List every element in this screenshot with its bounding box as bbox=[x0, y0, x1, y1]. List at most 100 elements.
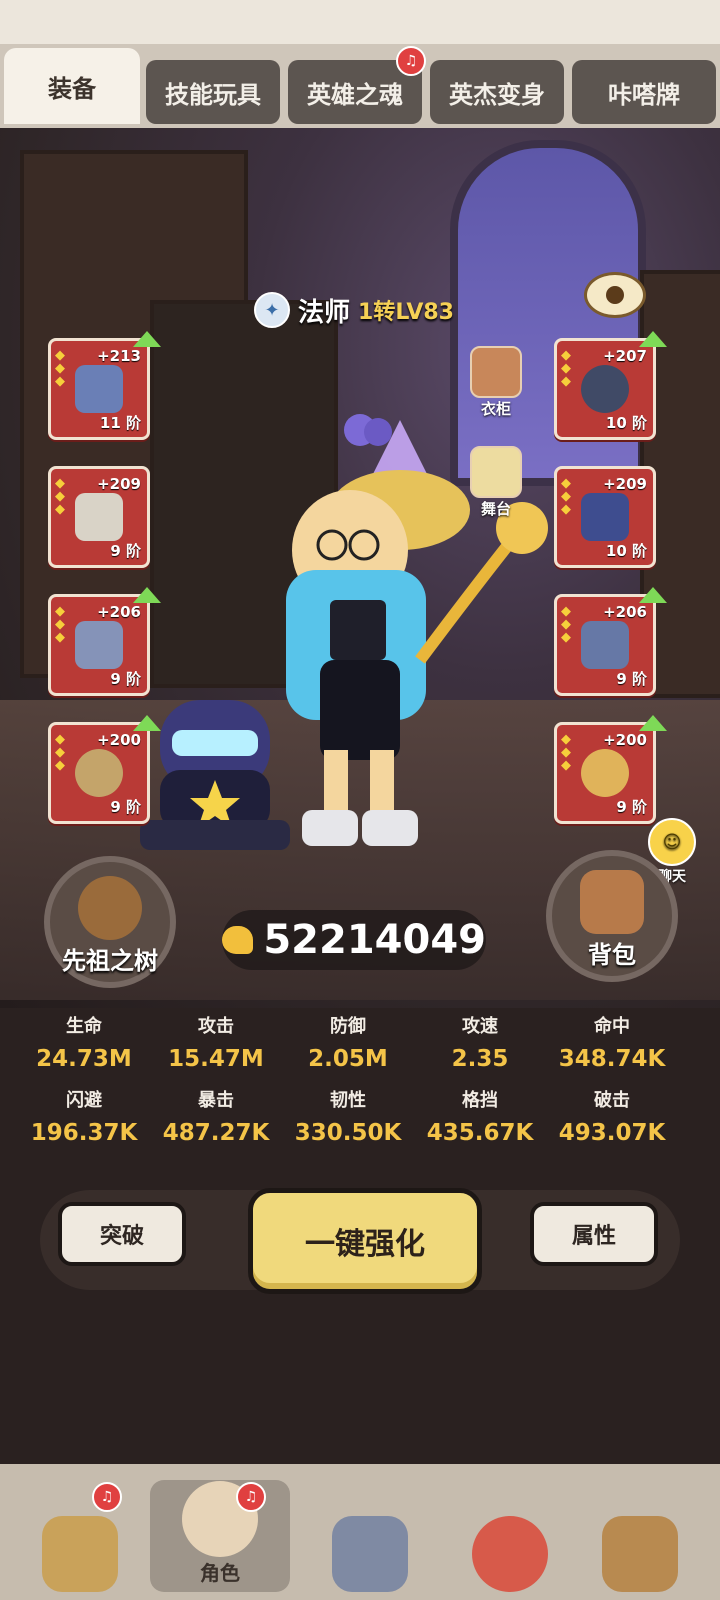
stat-block: 格挡 435.67K bbox=[420, 1086, 540, 1146]
combat-power-value: 52214049 bbox=[263, 917, 486, 963]
equip-slot-right-4[interactable]: ◆ ◆ ◆ +200 9 阶 bbox=[554, 715, 667, 824]
backpack-label: 背包 bbox=[588, 941, 636, 969]
wardrobe-label: 衣柜 bbox=[480, 400, 511, 418]
upgrade-arrow-icon bbox=[133, 331, 161, 347]
stat-label: 闪避 bbox=[66, 1090, 102, 1111]
tab-cards[interactable]: 咔嗒牌 bbox=[572, 60, 716, 124]
stat-value: 330.50K bbox=[294, 1120, 402, 1146]
stat-accuracy: 命中 348.74K bbox=[552, 1012, 672, 1072]
stat-toughness: 韧性 330.50K bbox=[288, 1086, 408, 1146]
attributes-button[interactable]: 属性 bbox=[530, 1202, 658, 1266]
stage-label: 舞台 bbox=[480, 500, 511, 518]
boots-icon bbox=[581, 621, 629, 669]
smiley-icon: ☺ bbox=[648, 818, 696, 866]
star-rank-icon: ◆ ◆ ◆ bbox=[561, 348, 571, 389]
backpack-icon bbox=[580, 870, 644, 934]
bell-icon: ♫ bbox=[92, 1482, 122, 1512]
tier-label: 9 阶 bbox=[110, 798, 141, 816]
stat-hp: 生命 24.73M bbox=[24, 1012, 144, 1072]
stat-attack-speed: 攻速 2.35 bbox=[420, 1012, 540, 1072]
stat-value: 196.37K bbox=[30, 1120, 138, 1146]
tab-equipment[interactable]: 装备 bbox=[4, 48, 140, 124]
star-rank-icon: ◆ ◆ ◆ bbox=[55, 348, 65, 389]
equip-slot-right-3[interactable]: ◆ ◆ ◆ +206 9 阶 bbox=[554, 587, 667, 696]
stat-label: 攻击 bbox=[198, 1016, 234, 1037]
enhance-level: +209 bbox=[603, 475, 647, 493]
sword-shield-icon bbox=[332, 1516, 408, 1592]
ring-icon bbox=[75, 749, 123, 797]
tier-label: 11 阶 bbox=[99, 414, 141, 432]
stat-value: 435.67K bbox=[426, 1120, 534, 1146]
class-name: 法师 bbox=[298, 297, 351, 328]
stat-label: 暴击 bbox=[198, 1090, 234, 1111]
tab-label: 装备 bbox=[48, 74, 96, 103]
tab-transform[interactable]: 英杰变身 bbox=[430, 60, 564, 124]
wardrobe-icon bbox=[470, 346, 522, 398]
upgrade-arrow-icon bbox=[133, 715, 161, 731]
nav-totem[interactable] bbox=[570, 1480, 710, 1592]
glove-icon bbox=[75, 621, 123, 669]
character-level: 1转LV83 bbox=[358, 300, 454, 325]
stat-value: 493.07K bbox=[558, 1120, 666, 1146]
stat-pierce: 破击 493.07K bbox=[552, 1086, 672, 1146]
breakthrough-button[interactable]: 突破 bbox=[58, 1202, 186, 1266]
one-key-enhance-button[interactable]: 一键强化 bbox=[248, 1188, 482, 1294]
weapon-icon bbox=[75, 365, 123, 413]
nav-character-label: 角色 bbox=[200, 1561, 240, 1585]
star-rank-icon: ◆ ◆ ◆ bbox=[561, 476, 571, 517]
nav-weapons[interactable] bbox=[300, 1480, 440, 1592]
eye-icon[interactable] bbox=[584, 272, 646, 318]
enhance-level: +209 bbox=[97, 475, 141, 493]
tree-label: 先祖之树 bbox=[62, 947, 158, 975]
backpack-button[interactable]: 背包 bbox=[546, 850, 678, 982]
tree-icon bbox=[78, 876, 142, 940]
tier-label: 9 阶 bbox=[110, 670, 141, 688]
equip-slot-left-4[interactable]: ◆ ◆ ◆ +200 9 阶 bbox=[48, 715, 161, 824]
stat-label: 生命 bbox=[66, 1016, 102, 1037]
robe-icon bbox=[581, 493, 629, 541]
star-rank-icon: ◆ ◆ ◆ bbox=[55, 476, 65, 517]
equip-slot-right-1[interactable]: ◆ ◆ ◆ +207 10 阶 bbox=[554, 331, 667, 440]
pet-cat-dj[interactable] bbox=[130, 680, 300, 860]
equip-slot-left-3[interactable]: ◆ ◆ ◆ +206 9 阶 bbox=[48, 587, 161, 696]
tab-hero-soul[interactable]: 英雄之魂 ♫ bbox=[288, 46, 426, 124]
equip-slot-right-2[interactable]: ◆ ◆ ◆ +209 10 阶 bbox=[554, 466, 656, 568]
stage-button[interactable]: 舞台 bbox=[470, 446, 522, 519]
star-rank-icon: ◆ ◆ ◆ bbox=[55, 604, 65, 645]
enhance-level: +207 bbox=[603, 347, 647, 365]
wardrobe-button[interactable]: 衣柜 bbox=[470, 346, 522, 419]
tab-label: 英雄之魂 bbox=[307, 80, 403, 109]
stat-value: 487.27K bbox=[162, 1120, 270, 1146]
nav-dino[interactable] bbox=[440, 1480, 580, 1592]
star-rank-icon: ◆ ◆ ◆ bbox=[55, 732, 65, 773]
flex-arm-icon bbox=[222, 926, 254, 954]
equip-slot-left-2[interactable]: ◆ ◆ ◆ +209 9 阶 bbox=[48, 466, 150, 568]
stat-value: 24.73M bbox=[36, 1046, 132, 1072]
tab-skill-toys[interactable]: 技能玩具 bbox=[146, 60, 280, 124]
enhance-level: +200 bbox=[603, 731, 647, 749]
tab-label: 英杰变身 bbox=[449, 80, 545, 109]
equip-slot-left-1[interactable]: ◆ ◆ ◆ +213 11 阶 bbox=[48, 331, 161, 440]
tier-label: 9 阶 bbox=[616, 670, 647, 688]
breakthrough-label: 突破 bbox=[99, 1224, 144, 1249]
star-rank-icon: ◆ ◆ ◆ bbox=[561, 732, 571, 773]
enhance-level: +213 bbox=[97, 347, 141, 365]
stat-attack: 攻击 15.47M bbox=[156, 1012, 276, 1072]
stat-value: 2.35 bbox=[451, 1046, 509, 1072]
combat-power: 52214049 bbox=[222, 910, 486, 970]
stat-defense: 防御 2.05M bbox=[288, 1012, 408, 1072]
enhance-level: +206 bbox=[603, 603, 647, 621]
enhance-level: +206 bbox=[97, 603, 141, 621]
stat-value: 2.05M bbox=[308, 1046, 388, 1072]
top-bar bbox=[0, 0, 720, 44]
character-name-bar: ✦ 法师 1转LV83 bbox=[254, 290, 454, 330]
attributes-label: 属性 bbox=[571, 1224, 616, 1249]
enhance-level: +200 bbox=[97, 731, 141, 749]
stat-value: 15.47M bbox=[168, 1046, 264, 1072]
hat-icon bbox=[75, 493, 123, 541]
nav-pet[interactable]: ♫ bbox=[10, 1480, 150, 1592]
stat-label: 韧性 bbox=[330, 1090, 366, 1111]
tab-label: 咔嗒牌 bbox=[608, 80, 680, 109]
nav-character[interactable]: 角色 ♫ bbox=[150, 1480, 290, 1592]
ancestor-tree-button[interactable]: 先祖之树 bbox=[44, 856, 176, 988]
